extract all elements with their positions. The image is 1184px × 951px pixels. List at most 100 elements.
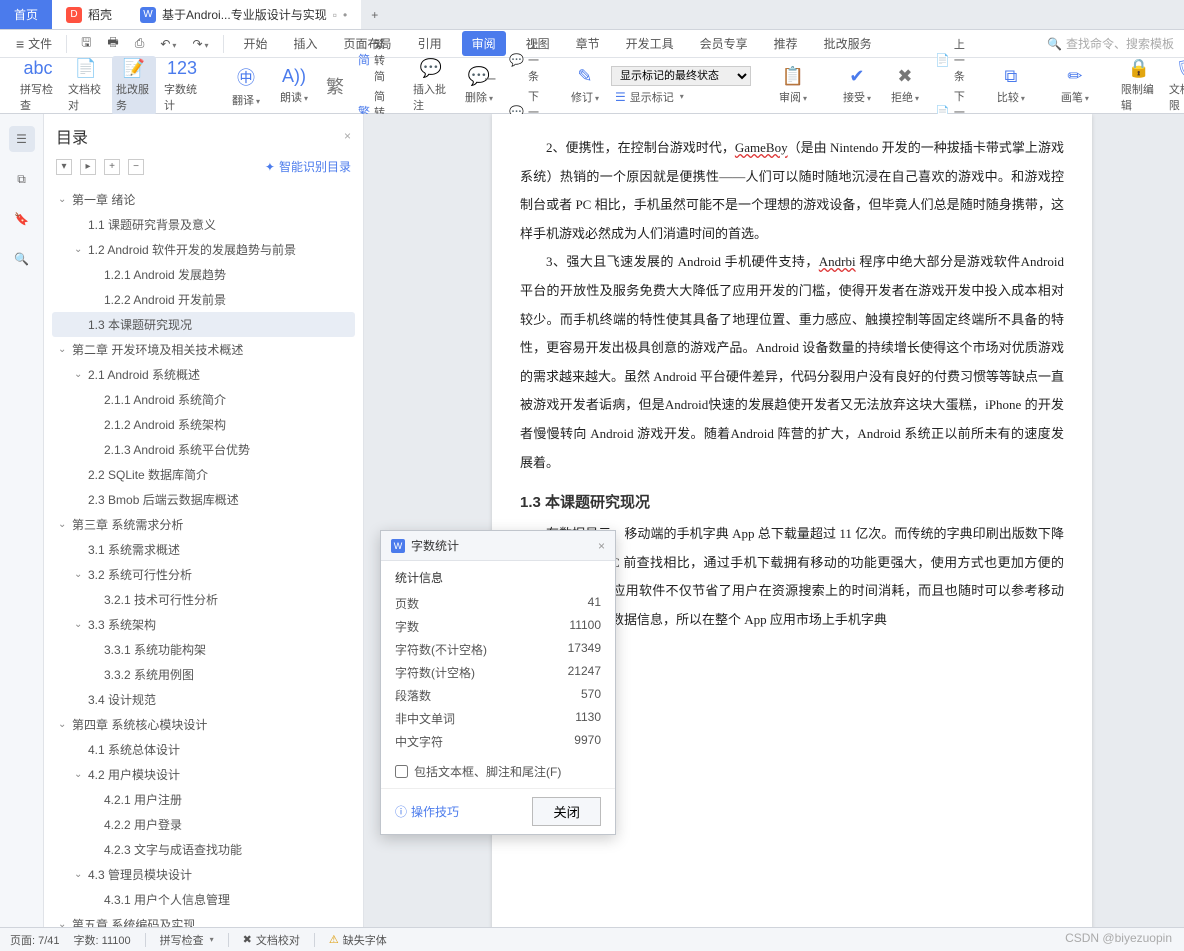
wordcount-icon: 123: [167, 58, 197, 79]
tips-link[interactable]: ⓘ操作技巧: [395, 803, 459, 820]
fan-button[interactable]: 繁: [320, 71, 350, 101]
toc-item[interactable]: 3.2.1 技术可行性分析: [52, 587, 355, 612]
toc-close-button[interactable]: ×: [344, 129, 351, 143]
checkbox-input[interactable]: [395, 765, 408, 778]
review-pane-button[interactable]: 📋审阅▾: [771, 64, 815, 107]
toc-item[interactable]: 3.4 设计规范: [52, 687, 355, 712]
dialog-footer: ⓘ操作技巧 关闭: [381, 788, 615, 834]
show-marks-button[interactable]: ☰显示标记▾: [611, 88, 751, 106]
toc-item[interactable]: ⌄第三章 系统需求分析: [52, 512, 355, 537]
print-preview-button[interactable]: ⎙: [129, 32, 151, 55]
wordcount-button[interactable]: 123字数统计: [160, 56, 204, 115]
toc-item[interactable]: 3.3.1 系统功能构架: [52, 637, 355, 662]
toc-item[interactable]: ⌄第二章 开发环境及相关技术概述: [52, 337, 355, 362]
command-search[interactable]: 🔍 查找命令、搜索模板: [1047, 35, 1174, 52]
status-wordcount[interactable]: 字数: 11100: [74, 932, 131, 948]
review-icon: 📋: [782, 66, 804, 87]
toc-item[interactable]: 1.3 本课题研究现况: [52, 312, 355, 337]
translate-button[interactable]: ㊥翻译▾: [224, 62, 268, 110]
menu-tab-recommend[interactable]: 推荐: [768, 31, 804, 56]
toc-item[interactable]: 2.1.1 Android 系统简介: [52, 387, 355, 412]
toc-item[interactable]: ⌄第五章 系统编码及实现: [52, 912, 355, 927]
toc-item[interactable]: ⌄3.2 系统可行性分析: [52, 562, 355, 587]
toc-item[interactable]: 4.2.2 用户登录: [52, 812, 355, 837]
toc-smart-recognize-button[interactable]: ✦智能识别目录: [265, 158, 351, 175]
rail-copy-button[interactable]: ⧉: [9, 166, 35, 192]
toc-item[interactable]: 4.3.1 用户个人信息管理: [52, 887, 355, 912]
toc-item[interactable]: 1.1 课题研究背景及意义: [52, 212, 355, 237]
toc-item[interactable]: 4.1 系统总体设计: [52, 737, 355, 762]
status-docproof[interactable]: ✖文档校对: [243, 932, 300, 948]
toc-item[interactable]: 2.1.2 Android 系统架构: [52, 412, 355, 437]
accept-button[interactable]: ✔接受▾: [835, 64, 879, 107]
restrict-edit-button[interactable]: 🔒限制编辑: [1117, 56, 1161, 115]
toc-collapse-button[interactable]: ▾: [56, 159, 72, 175]
toc-item[interactable]: ⌄3.3 系统架构: [52, 612, 355, 637]
toc-expand-button[interactable]: ▸: [80, 159, 96, 175]
toc-item[interactable]: ⌄4.3 管理员模块设计: [52, 862, 355, 887]
toc-item[interactable]: 1.2.2 Android 开发前景: [52, 287, 355, 312]
undo-button[interactable]: ↶▾: [154, 33, 182, 55]
status-spellcheck[interactable]: 拼写检查▾: [160, 932, 214, 948]
menu-tab-insert[interactable]: 插入: [288, 31, 324, 56]
menu-tab-review[interactable]: 审阅: [462, 31, 506, 56]
menu-tab-chapter[interactable]: 章节: [570, 31, 606, 56]
menu-tab-pigai[interactable]: 批改服务: [818, 31, 878, 56]
menu-tab-devtools[interactable]: 开发工具: [620, 31, 680, 56]
toc-add-button[interactable]: +: [104, 159, 120, 175]
prev-change-button[interactable]: 📄上一条: [931, 35, 969, 85]
include-footnotes-checkbox[interactable]: 包括文本框、脚注和尾注(F): [395, 763, 601, 780]
toc-item[interactable]: ⌄第四章 系统核心模块设计: [52, 712, 355, 737]
print-preview-icon: ⎙: [135, 36, 145, 50]
rail-outline-button[interactable]: ☰: [9, 126, 35, 152]
menu-tab-vip[interactable]: 会员专享: [694, 31, 754, 56]
docproof-button[interactable]: 📄文档校对: [64, 56, 108, 115]
toc-item[interactable]: 2.3 Bmob 后端云数据库概述: [52, 487, 355, 512]
toc-item[interactable]: 2.1.3 Android 系统平台优势: [52, 437, 355, 462]
stat-value: 570: [581, 687, 601, 704]
toc-item[interactable]: 3.1 系统需求概述: [52, 537, 355, 562]
tab-document[interactable]: W 基于Androi...专业版设计与实现 ▫ •: [126, 0, 361, 29]
stat-row: 字数11100: [395, 615, 601, 638]
menu-tab-start[interactable]: 开始: [238, 31, 274, 56]
toc-item[interactable]: ⌄1.2 Android 软件开发的发展趋势与前景: [52, 237, 355, 262]
rail-bookmark-button[interactable]: 🔖: [9, 206, 35, 232]
delete-comment-button[interactable]: 💬̶删除▾: [457, 64, 501, 107]
toc-item[interactable]: 4.2.3 文字与成语查找功能: [52, 837, 355, 862]
toc-item[interactable]: 2.2 SQLite 数据库简介: [52, 462, 355, 487]
menu-tab-reference[interactable]: 引用: [412, 31, 448, 56]
tab-daoke[interactable]: D 稻壳: [52, 0, 126, 29]
file-menu-button[interactable]: ≡ 文件: [10, 31, 58, 56]
toc-item[interactable]: 3.3.2 系统用例图: [52, 662, 355, 687]
pigai-button[interactable]: 📝批改服务: [112, 56, 156, 115]
toc-item[interactable]: ⌄第一章 绪论: [52, 187, 355, 212]
toc-item[interactable]: ⌄4.2 用户模块设计: [52, 762, 355, 787]
readaloud-button[interactable]: A))朗读▾: [272, 64, 316, 107]
toc-item[interactable]: 1.2.1 Android 发展趋势: [52, 262, 355, 287]
dialog-close-x[interactable]: ×: [598, 539, 605, 553]
dialog-close-button[interactable]: 关闭: [532, 797, 601, 826]
doc-permission-button[interactable]: 🛡文档权限: [1165, 56, 1184, 115]
tab-home[interactable]: 首页: [0, 0, 52, 29]
spellcheck-button[interactable]: abc拼写检查: [16, 56, 60, 115]
save-button[interactable]: 🖫: [75, 29, 97, 58]
show-markup-select[interactable]: 显示标记的最终状态: [611, 66, 751, 86]
fanjian-button[interactable]: 简繁转简: [354, 35, 389, 85]
reject-button[interactable]: ✖拒绝▾: [883, 64, 927, 107]
rail-search-button[interactable]: 🔍: [9, 246, 35, 272]
track-changes-button[interactable]: ✎修订▾: [563, 64, 607, 107]
compare-button[interactable]: ⧉比较▾: [989, 64, 1033, 107]
prev-comment-button[interactable]: 💬上一条: [505, 35, 543, 85]
brush-button[interactable]: ✏画笔▾: [1053, 64, 1097, 107]
toc-list[interactable]: ⌄第一章 绪论1.1 课题研究背景及意义⌄1.2 Android 软件开发的发展…: [44, 183, 363, 927]
insert-comment-button[interactable]: 💬插入批注: [409, 56, 453, 115]
toc-item[interactable]: 4.2.1 用户注册: [52, 787, 355, 812]
dialog-titlebar[interactable]: W 字数统计 ×: [381, 531, 615, 561]
tab-add-button[interactable]: +: [361, 0, 388, 29]
toc-item[interactable]: ⌄2.1 Android 系统概述: [52, 362, 355, 387]
print-button[interactable]: 🖶: [101, 29, 124, 58]
toc-remove-button[interactable]: −: [128, 159, 144, 175]
status-missing-font[interactable]: ⚠缺失字体: [329, 932, 387, 948]
status-page[interactable]: 页面: 7/41: [10, 932, 60, 948]
redo-button[interactable]: ↷▾: [186, 33, 214, 55]
